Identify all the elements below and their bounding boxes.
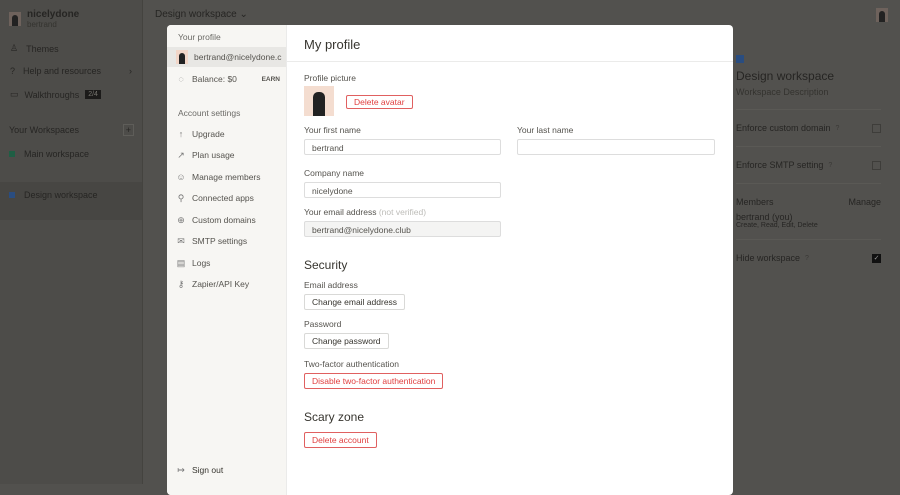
delete-avatar-button[interactable]: Delete avatar bbox=[346, 95, 413, 109]
last-name-input[interactable] bbox=[517, 139, 715, 155]
upgrade-icon: ↑ bbox=[178, 129, 184, 139]
chat-icon: ▭ bbox=[10, 89, 19, 99]
user-name: bertrand bbox=[27, 20, 57, 29]
avatar bbox=[9, 12, 21, 26]
chevron-right-icon: › bbox=[129, 66, 132, 76]
company-input[interactable]: nicelydone bbox=[304, 182, 501, 198]
members-icon: ☺ bbox=[176, 172, 186, 182]
workspaces-header: Your Workspaces + bbox=[9, 124, 142, 136]
nav-connected-apps[interactable]: ⚲ Connected apps bbox=[167, 188, 286, 208]
profile-header: Your profile bbox=[178, 32, 221, 42]
nav-manage-members[interactable]: ☺ Manage members bbox=[167, 167, 286, 187]
label: Themes bbox=[26, 43, 59, 54]
label: Main workspace bbox=[24, 149, 90, 159]
email-address-label: Email address bbox=[304, 280, 358, 290]
twofa-label: Two-factor authentication bbox=[304, 359, 399, 369]
nav-logs[interactable]: ▤ Logs bbox=[167, 253, 286, 273]
workspace-color-icon[interactable] bbox=[736, 55, 744, 63]
first-name-label: Your first name bbox=[304, 125, 361, 135]
badge: 2/4 bbox=[85, 90, 101, 99]
piggy-icon: ◌ bbox=[178, 74, 184, 84]
link-icon: ⚲ bbox=[177, 192, 185, 203]
first-name-input[interactable]: bertrand bbox=[304, 139, 501, 155]
panel-title: Design workspace bbox=[736, 69, 835, 83]
workspace-item-design[interactable]: Design workspace bbox=[0, 182, 142, 220]
description[interactable]: Workspace Description bbox=[736, 87, 881, 97]
label: Design workspace bbox=[24, 190, 98, 200]
sidebar-item-walkthroughs[interactable]: ▭ Walkthroughs 2/4 bbox=[10, 89, 142, 100]
chart-icon: ↗ bbox=[177, 149, 185, 160]
email-input: bertrand@nicelydone.club bbox=[304, 221, 501, 237]
sidebar: nicelydone bertrand ♙ Themes ? Help and res… bbox=[0, 0, 143, 484]
member-name: bertrand (you) bbox=[736, 212, 793, 222]
change-email-button[interactable]: Change email address bbox=[304, 294, 406, 310]
globe-icon: ⊕ bbox=[177, 214, 185, 225]
help-icon[interactable]: ? bbox=[836, 125, 840, 132]
members-label: Members bbox=[736, 197, 774, 207]
nav-api-key[interactable]: ⚷ Zapier/API Key bbox=[167, 274, 286, 294]
sign-out-button[interactable]: ↦ Sign out bbox=[167, 460, 286, 480]
workspace-item-main[interactable]: Main workspace bbox=[9, 149, 142, 159]
hide-row: Hide workspace? ✓ bbox=[736, 239, 881, 276]
nav-profile[interactable]: bertrand@nicelydone.c bbox=[167, 47, 286, 67]
help-icon[interactable]: ? bbox=[805, 255, 809, 262]
company-label: Company name bbox=[304, 168, 365, 178]
mail-icon: ✉ bbox=[177, 235, 185, 246]
last-name-label: Your last name bbox=[517, 125, 574, 135]
avatar[interactable] bbox=[876, 8, 888, 22]
label: Help and resources bbox=[23, 66, 102, 76]
settings-nav: Your profile bertrand@nicelydone.c ◌ Bala… bbox=[167, 25, 287, 495]
modal-title: My profile bbox=[304, 37, 361, 52]
password-label: Password bbox=[304, 319, 342, 329]
workspace-panel: Design workspace Workspace Description E… bbox=[736, 55, 881, 276]
add-workspace-button[interactable]: + bbox=[122, 124, 134, 136]
themes-icon: ♙ bbox=[10, 43, 19, 53]
nav-smtp[interactable]: ✉ SMTP settings bbox=[167, 231, 286, 251]
nav-balance[interactable]: ◌ Balance: $0 EARN bbox=[167, 69, 286, 89]
label: Walkthroughs bbox=[24, 89, 80, 100]
checkbox[interactable] bbox=[872, 160, 881, 170]
color-icon bbox=[9, 192, 15, 198]
member-perms: Create, Read, Edit, Delete bbox=[736, 222, 818, 229]
nav-upgrade[interactable]: ↑ Upgrade bbox=[167, 124, 286, 144]
help-icon[interactable]: ? bbox=[828, 162, 832, 169]
email-label: Your email address (not verified) bbox=[304, 207, 427, 217]
manage-link[interactable]: Manage bbox=[848, 197, 881, 207]
nav-plan-usage[interactable]: ↗ Plan usage bbox=[167, 145, 286, 165]
label: Your Workspaces bbox=[9, 125, 80, 135]
enforce-domain-row: Enforce custom domain? bbox=[736, 109, 881, 146]
workspace-switcher[interactable]: nicelydone bertrand bbox=[9, 9, 142, 29]
sidebar-item-themes[interactable]: ♙ Themes bbox=[10, 43, 142, 54]
delete-account-button[interactable]: Delete account bbox=[304, 432, 377, 448]
settings-modal: Your profile bertrand@nicelydone.c ◌ Bala… bbox=[167, 25, 733, 495]
checkbox-checked[interactable]: ✓ bbox=[872, 253, 881, 263]
security-heading: Security bbox=[304, 258, 348, 272]
change-password-button[interactable]: Change password bbox=[304, 333, 389, 349]
header-title[interactable]: Design workspace ⌄ bbox=[155, 9, 248, 20]
checkbox[interactable] bbox=[872, 123, 881, 133]
profile-picture-label: Profile picture bbox=[304, 73, 356, 83]
sidebar-item-help[interactable]: ? Help and resources › bbox=[10, 66, 142, 76]
key-icon: ⚷ bbox=[177, 278, 185, 289]
enforce-smtp-row: Enforce SMTP setting? bbox=[736, 146, 881, 183]
color-icon bbox=[9, 151, 15, 157]
members-section: Members Manage bertrand (you) Create, Read,… bbox=[736, 183, 881, 239]
sign-out-icon: ↦ bbox=[177, 464, 185, 475]
disable-twofa-button[interactable]: Disable two-factor authentication bbox=[304, 373, 444, 389]
scary-zone-heading: Scary zone bbox=[304, 410, 365, 424]
profile-picture[interactable] bbox=[304, 86, 334, 116]
profile-content: My profile Profile picture Delete avatar… bbox=[287, 25, 733, 495]
nav-custom-domains[interactable]: ⊕ Custom domains bbox=[167, 210, 286, 230]
help-icon: ? bbox=[10, 66, 16, 76]
settings-header: Account settings bbox=[178, 108, 241, 118]
avatar bbox=[176, 50, 188, 64]
earn-link[interactable]: EARN bbox=[262, 76, 280, 83]
divider bbox=[287, 61, 733, 62]
document-icon: ▤ bbox=[176, 257, 186, 268]
workspace-name: nicelydone bbox=[27, 9, 80, 20]
